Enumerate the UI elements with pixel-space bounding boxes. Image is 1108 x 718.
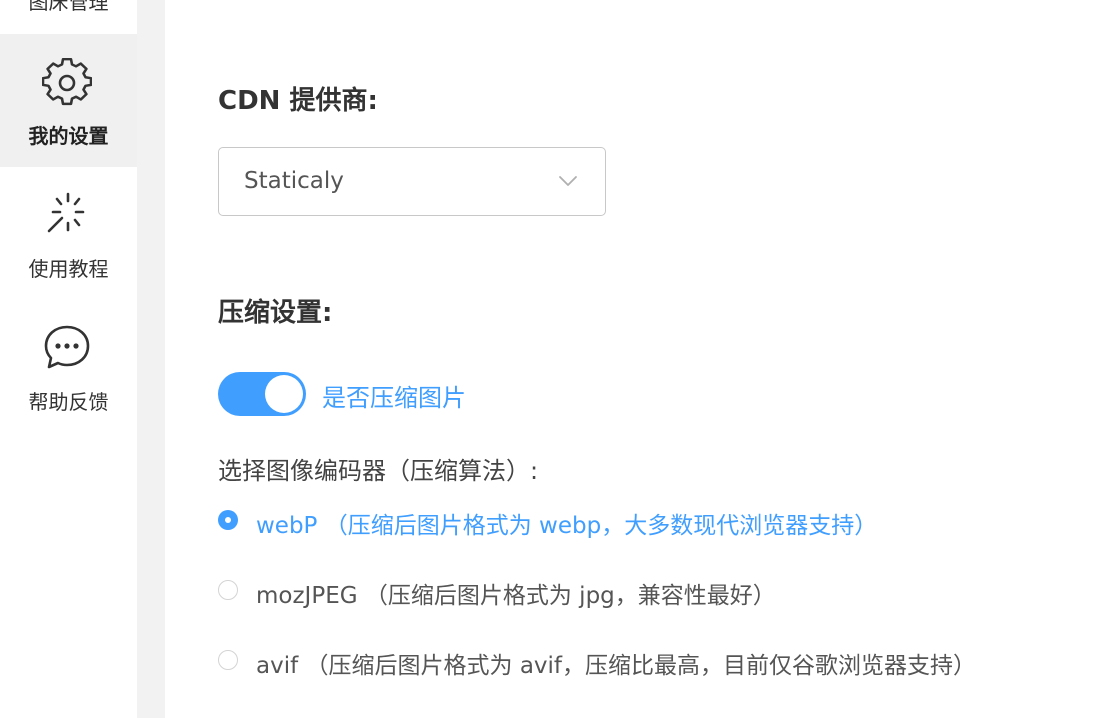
settings-panel: CDN 提供商: Staticaly 压缩设置: 是否压缩图片 选择图像编码器（… [165, 0, 1108, 718]
compression-heading: 压缩设置: [218, 298, 333, 328]
encoder-option-label: webP （压缩后图片格式为 webp，大多数现代浏览器支持） [256, 513, 878, 539]
sidebar-item-label: 图床管理 [28, 0, 109, 14]
sidebar-divider [137, 0, 165, 718]
radio-button-checked[interactable] [218, 510, 238, 530]
sidebar-item-label: 帮助反馈 [28, 390, 109, 414]
cdn-provider-select[interactable]: Staticaly [218, 147, 606, 216]
encoder-option-label: avif （压缩后图片格式为 avif，压缩比最高，目前仅谷歌浏览器支持） [256, 653, 977, 679]
sidebar-item-image-bed[interactable]: 图床管理 [0, 0, 137, 33]
encoder-option-label: mozJPEG （压缩后图片格式为 jpg，兼容性最好） [256, 583, 776, 609]
magic-wand-icon [42, 190, 92, 240]
compress-toggle-label[interactable]: 是否压缩图片 [322, 378, 466, 413]
encoder-heading: 选择图像编码器（压缩算法）: [218, 457, 539, 485]
cdn-provider-value: Staticaly [244, 168, 344, 194]
sidebar-item-feedback[interactable]: 帮助反馈 [0, 300, 137, 433]
sidebar-item-label: 使用教程 [28, 257, 109, 281]
sidebar: 图床管理 我的设置 使用教程 帮助反馈 [0, 0, 137, 718]
chevron-down-icon [557, 172, 579, 190]
gear-icon [42, 58, 92, 108]
chat-bubble-icon [42, 323, 92, 373]
radio-button[interactable] [218, 580, 238, 600]
radio-button[interactable] [218, 650, 238, 670]
toggle-knob [265, 375, 303, 413]
cdn-provider-heading: CDN 提供商: [218, 86, 378, 116]
compress-toggle[interactable] [218, 372, 306, 416]
sidebar-item-tutorial[interactable]: 使用教程 [0, 167, 137, 300]
sidebar-item-settings[interactable]: 我的设置 [0, 34, 137, 167]
sidebar-item-label: 我的设置 [28, 124, 109, 148]
